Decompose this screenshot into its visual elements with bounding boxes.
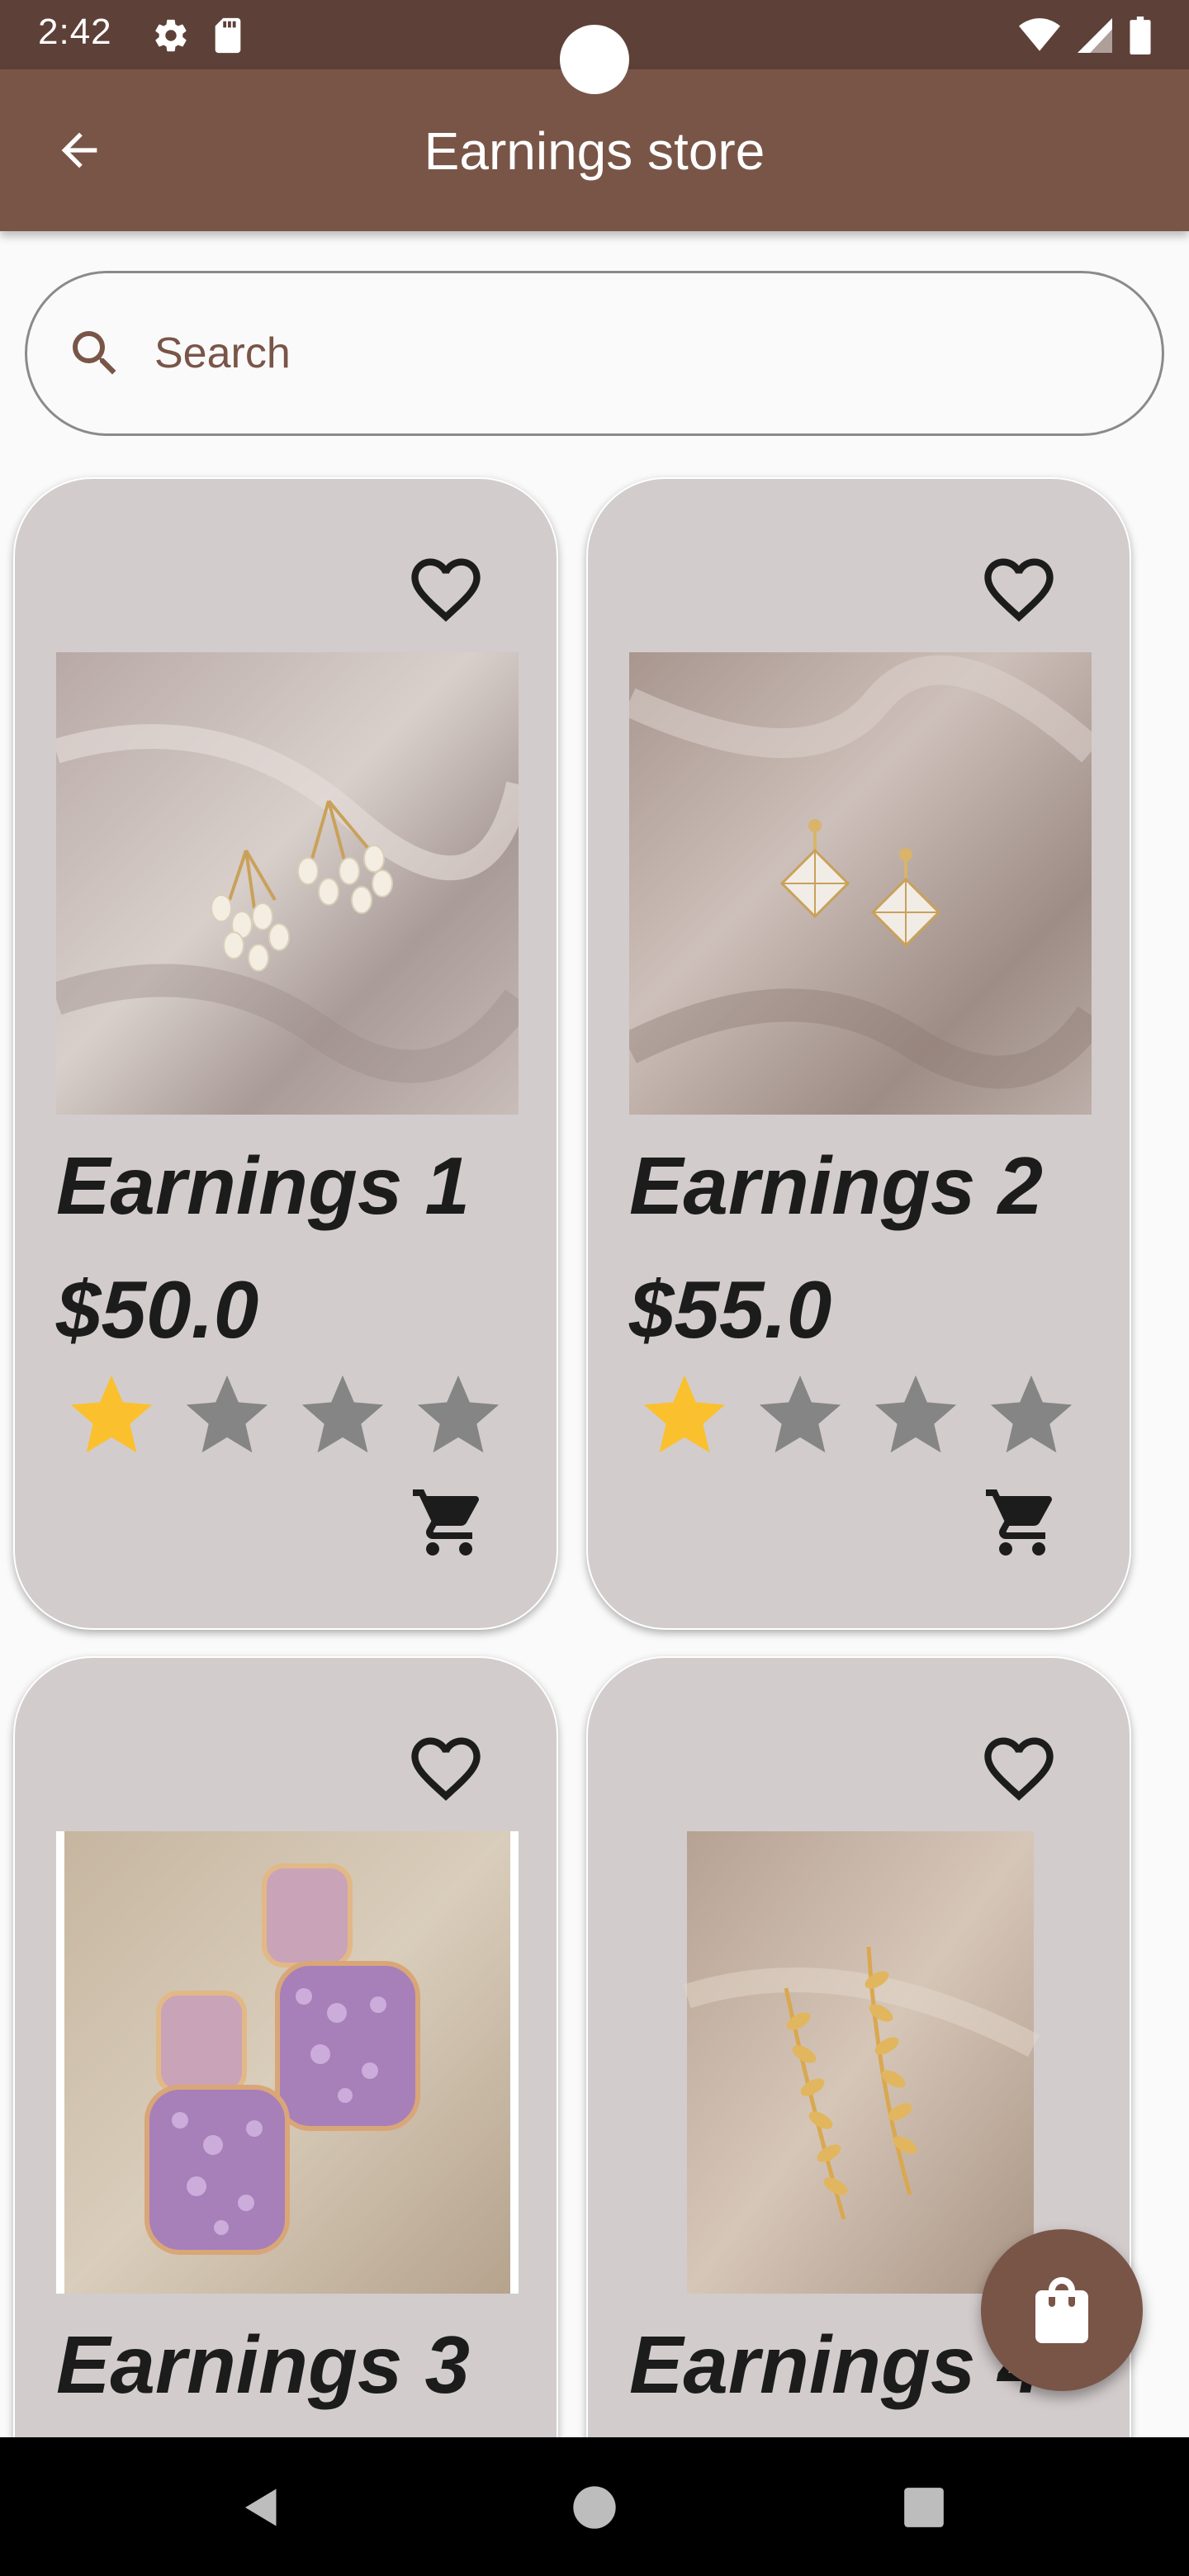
heart-outline-icon: [411, 1737, 481, 1801]
triangle-back-icon: [245, 2488, 277, 2526]
battery-icon: [1130, 17, 1151, 59]
sd-card-icon: [211, 17, 244, 59]
star-empty-icon: [186, 1375, 268, 1453]
shopping-bag-icon: [1035, 2277, 1088, 2343]
shopping-bag-button[interactable]: [981, 2229, 1143, 2391]
circle-home-icon: [573, 2486, 616, 2529]
nav-back-button[interactable]: [225, 2470, 299, 2545]
search-bar[interactable]: [25, 271, 1164, 436]
product-name: Earnings 4: [629, 2319, 1044, 2410]
search-input[interactable]: [153, 328, 1064, 379]
product-image[interactable]: [629, 652, 1092, 1115]
heart-outline-icon: [984, 558, 1054, 622]
star-filled-icon: [70, 1375, 153, 1453]
nav-recents-button[interactable]: [887, 2470, 961, 2545]
favorite-button[interactable]: [405, 1727, 487, 1810]
pearl-earrings-image: [56, 652, 519, 1115]
star-empty-icon: [417, 1375, 500, 1453]
add-to-cart-button[interactable]: [410, 1483, 489, 1562]
star-empty-icon: [874, 1375, 957, 1453]
product-price: $50.0: [56, 1264, 259, 1355]
product-name: Earnings 2: [629, 1140, 1044, 1231]
square-recents-icon: [904, 2488, 944, 2527]
product-card[interactable]: Earnings 1 $50.0: [13, 477, 558, 1630]
product-image[interactable]: [56, 652, 519, 1115]
camera-cutout: [560, 25, 629, 94]
product-image[interactable]: [56, 1831, 519, 2294]
star-empty-icon: [759, 1375, 841, 1453]
favorite-button[interactable]: [405, 548, 487, 631]
add-to-cart-button[interactable]: [983, 1483, 1062, 1562]
star-filled-icon: [643, 1375, 726, 1453]
star-empty-icon: [990, 1375, 1073, 1453]
purple-earrings-image: [64, 1831, 510, 2294]
product-card[interactable]: Earnings 4: [586, 1656, 1131, 2564]
product-name: Earnings 1: [56, 1140, 471, 1231]
heart-outline-icon: [984, 1737, 1054, 1801]
product-card[interactable]: Earnings 2 $55.0: [586, 477, 1131, 1630]
favorite-button[interactable]: [978, 548, 1060, 631]
nav-home-button[interactable]: [557, 2470, 632, 2545]
product-name: Earnings 3: [56, 2319, 471, 2410]
rating-stars[interactable]: [636, 1367, 1080, 1465]
page-title: Earnings store: [424, 121, 765, 181]
star-empty-icon: [301, 1375, 384, 1453]
cart-icon: [413, 1489, 480, 1556]
favorite-button[interactable]: [978, 1727, 1060, 1810]
signal-icon: [1077, 18, 1113, 57]
product-card[interactable]: Earnings 3: [13, 1656, 558, 2564]
cart-icon: [986, 1489, 1053, 1556]
product-image[interactable]: [629, 1831, 1092, 2294]
settings-icon: [152, 17, 190, 59]
heart-outline-icon: [411, 558, 481, 622]
product-price: $55.0: [629, 1264, 832, 1355]
gold-leaf-earrings-image: [683, 1831, 1040, 2294]
status-time: 2:42: [38, 12, 112, 52]
system-nav-bar: [0, 2437, 1189, 2576]
search-icon: [64, 322, 126, 385]
rating-stars[interactable]: [63, 1367, 507, 1465]
wifi-icon: [1019, 18, 1060, 57]
crystal-earrings-image: [629, 652, 1092, 1115]
